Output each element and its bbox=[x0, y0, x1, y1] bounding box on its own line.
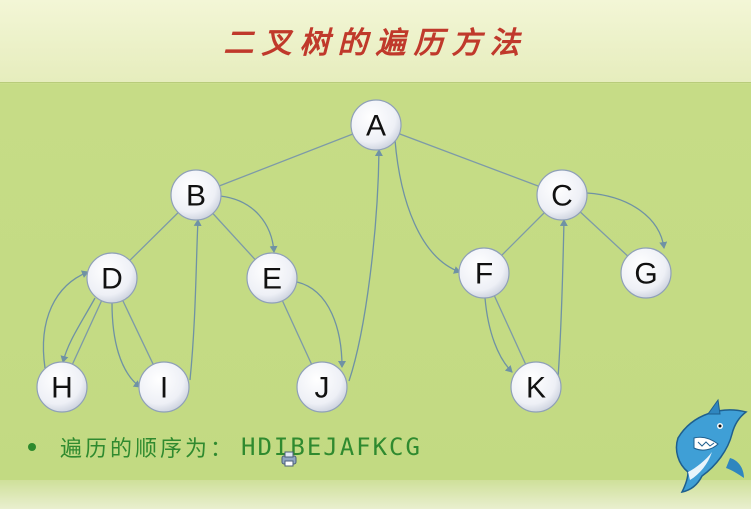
arrow-b-e bbox=[219, 195, 278, 253]
node-label-k: K bbox=[526, 372, 546, 405]
slide: 二叉树的遍历方法 A B C D E F G H I J K 遍历的顺序为： H… bbox=[0, 0, 751, 509]
arrow-a-f bbox=[394, 139, 461, 274]
arrow-d-i bbox=[111, 302, 141, 388]
node-label-h: H bbox=[51, 372, 73, 405]
traversal-result: HDIBEJAFKCG bbox=[241, 433, 422, 461]
node-a: A bbox=[350, 99, 402, 151]
node-k: K bbox=[510, 361, 562, 413]
node-label-b: B bbox=[186, 180, 206, 213]
node-i: I bbox=[138, 361, 190, 413]
traversal-result-line: 遍历的顺序为： HDIBEJAFKCG bbox=[28, 430, 422, 464]
arrow-i-b bbox=[189, 219, 202, 381]
arrow-f-k bbox=[484, 297, 513, 373]
edge-a-c bbox=[375, 124, 563, 196]
node-label-j: J bbox=[315, 372, 330, 405]
node-label-f: F bbox=[475, 258, 493, 291]
traversal-caption: 遍历的顺序为： bbox=[60, 437, 236, 462]
arrow-j-a bbox=[348, 149, 383, 382]
node-e: E bbox=[246, 252, 298, 304]
node-c: C bbox=[536, 169, 588, 221]
bullet-icon bbox=[28, 443, 36, 451]
edge-a-b bbox=[195, 124, 377, 196]
node-j: J bbox=[296, 361, 348, 413]
node-label-e: E bbox=[262, 263, 282, 296]
node-label-d: D bbox=[101, 263, 123, 296]
tree-edges bbox=[61, 124, 647, 388]
node-h: H bbox=[36, 361, 88, 413]
node-label-a: A bbox=[366, 110, 386, 143]
arrow-d-h bbox=[60, 297, 96, 363]
node-label-c: C bbox=[551, 180, 573, 213]
node-f: F bbox=[458, 247, 510, 299]
arrow-k-c bbox=[557, 219, 568, 379]
node-label-i: I bbox=[160, 372, 168, 405]
cursor-icon bbox=[281, 451, 297, 467]
shark-icon bbox=[675, 398, 748, 493]
arrow-c-g bbox=[586, 192, 668, 249]
arrow-e-j bbox=[296, 281, 346, 368]
node-g: G bbox=[620, 247, 672, 299]
node-b: B bbox=[170, 169, 222, 221]
node-label-g: G bbox=[634, 258, 657, 291]
node-d: D bbox=[86, 252, 138, 304]
